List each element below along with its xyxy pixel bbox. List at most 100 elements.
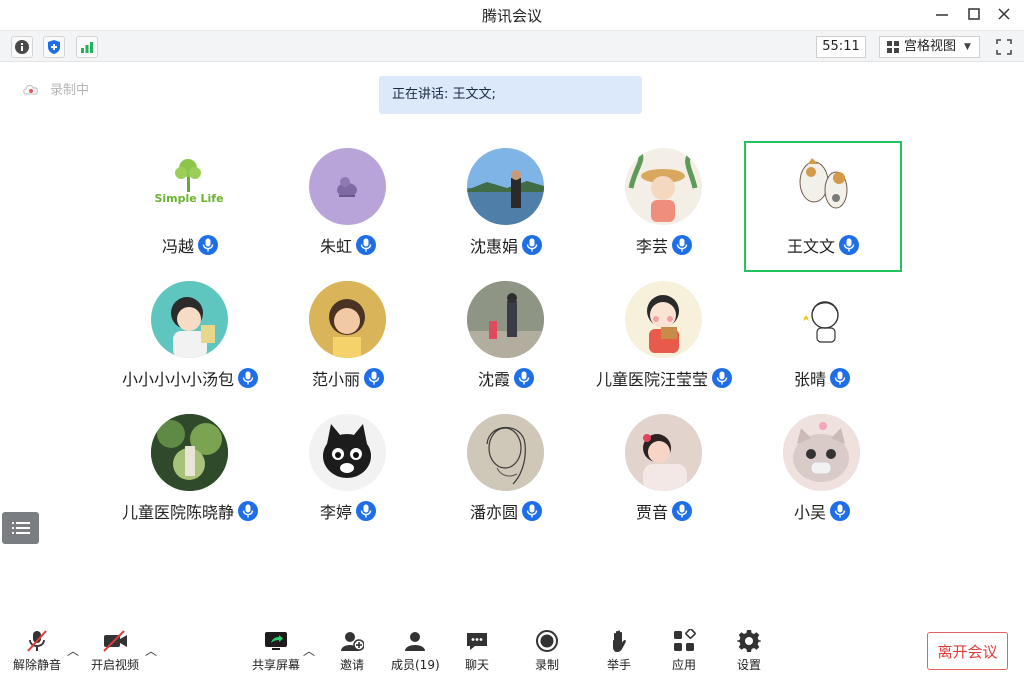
participant-nameline: 儿童医院陈晓静: [111, 499, 269, 523]
avatar: [309, 148, 386, 225]
participant-tile[interactable]: 潘亦圆: [427, 407, 585, 538]
security-button[interactable]: [43, 36, 65, 58]
invite-label: 邀请: [339, 658, 364, 672]
participant-tile[interactable]: 贾音: [585, 407, 743, 538]
participant-name: 儿童医院汪莹莹: [595, 370, 708, 389]
view-selector[interactable]: 宫格视图 ▼: [879, 36, 980, 58]
maximize-button[interactable]: [963, 4, 985, 24]
meeting-info-button[interactable]: [11, 36, 33, 58]
participant-tile[interactable]: 沈惠娟: [427, 141, 585, 272]
mic-icon: [830, 501, 850, 521]
mic-icon: [238, 501, 258, 521]
participant-tile[interactable]: 李芸: [585, 141, 743, 272]
avatar-logo-text: Simple Life: [154, 192, 223, 205]
audio-options-chevron-up-icon[interactable]: ︿: [67, 642, 79, 659]
apps-icon: [670, 628, 698, 654]
participant-tile[interactable]: 李婷: [269, 407, 427, 538]
avatar: [309, 414, 386, 491]
raise-hand-button[interactable]: 举手: [605, 628, 633, 673]
network-status-button[interactable]: [76, 36, 98, 58]
participant-nameline: 小小小小小汤包: [111, 366, 269, 390]
mic-icon: [522, 235, 542, 255]
participant-nameline: 朱虹: [269, 233, 427, 257]
video-off-icon: [101, 628, 129, 654]
participant-tile[interactable]: 儿童医院汪莹莹: [585, 274, 743, 405]
meeting-toolbar: 55:11 宫格视图 ▼: [0, 30, 1024, 62]
leave-meeting-button[interactable]: 离开会议: [927, 632, 1008, 670]
participant-name: 贾音: [635, 503, 668, 522]
share-screen-button[interactable]: 共享屏幕: [252, 628, 300, 673]
fullscreen-button[interactable]: [993, 36, 1015, 58]
invite-icon: [338, 628, 366, 654]
avatar: [151, 281, 228, 358]
window-title: 腾讯会议: [481, 7, 542, 25]
avatar: [309, 281, 386, 358]
meeting-timer: 55:11: [816, 36, 866, 58]
participant-tile[interactable]: 范小丽: [269, 274, 427, 405]
avatar: [467, 281, 544, 358]
apps-label: 应用: [671, 658, 696, 672]
participant-nameline: 李婷: [269, 499, 427, 523]
chat-icon: [463, 628, 491, 654]
participant-name: 小吴: [793, 503, 826, 522]
participant-nameline: 沈霞: [427, 366, 585, 390]
title-bar: 腾讯会议: [0, 0, 1024, 30]
participant-tile[interactable]: 小吴: [743, 407, 901, 538]
participant-list-toggle[interactable]: [2, 512, 39, 544]
minimize-button[interactable]: [931, 4, 953, 24]
list-icon: [11, 522, 30, 534]
participant-name: 王文文: [786, 237, 835, 256]
participant-tile[interactable]: 朱虹: [269, 141, 427, 272]
close-button[interactable]: [993, 4, 1015, 24]
participant-nameline: 儿童医院汪莹莹: [585, 366, 743, 390]
view-selector-label: 宫格视图: [904, 39, 957, 54]
members-label: 成员(19): [391, 658, 440, 672]
bottom-toolbar: 解除静音 ︿ 开启视频 ︿ 共享屏幕 ︿ 邀请 成员(19) 聊天 录制 举手 …: [0, 622, 1024, 678]
participant-tile-active-speaker[interactable]: 王文文: [744, 141, 902, 272]
members-button[interactable]: 成员(19): [391, 628, 440, 673]
unmute-button[interactable]: 解除静音: [13, 628, 61, 673]
avatar: [625, 148, 702, 225]
mic-icon: [356, 501, 376, 521]
recording-label: 录制中: [50, 83, 90, 98]
apps-button[interactable]: 应用: [670, 628, 698, 673]
record-icon: [533, 628, 561, 654]
avatar: [151, 414, 228, 491]
participant-name: 潘亦圆: [469, 503, 518, 522]
participant-name: 沈惠娟: [469, 237, 518, 256]
invite-button[interactable]: 邀请: [338, 628, 366, 673]
participant-tile[interactable]: Simple Life 冯越: [111, 141, 269, 272]
participant-nameline: 冯越: [111, 233, 269, 257]
mic-icon: [672, 501, 692, 521]
participant-nameline: 潘亦圆: [427, 499, 585, 523]
mic-icon: [356, 235, 376, 255]
recording-indicator: 录制中: [22, 79, 89, 98]
mic-icon: [522, 501, 542, 521]
share-options-chevron-up-icon[interactable]: ︿: [303, 642, 315, 659]
start-video-button[interactable]: 开启视频: [91, 628, 139, 673]
mic-icon: [712, 368, 732, 388]
mic-icon: [198, 235, 218, 255]
share-screen-icon: [262, 628, 290, 654]
participant-tile[interactable]: 小小小小小汤包: [111, 274, 269, 405]
avatar: [783, 414, 860, 491]
participant-name: 沈霞: [477, 370, 510, 389]
participant-name: 朱虹: [319, 237, 352, 256]
mic-icon: [830, 368, 850, 388]
avatar: [467, 148, 544, 225]
avatar: [625, 281, 702, 358]
participant-tile[interactable]: 儿童医院陈晓静: [111, 407, 269, 538]
record-label: 录制: [534, 658, 559, 672]
chat-button[interactable]: 聊天: [463, 628, 491, 673]
participant-name: 小小小小小汤包: [121, 370, 234, 389]
participant-tile[interactable]: 沈霞: [427, 274, 585, 405]
settings-label: 设置: [736, 658, 761, 672]
video-options-chevron-up-icon[interactable]: ︿: [145, 642, 157, 659]
fullscreen-icon: [996, 39, 1012, 55]
participant-tile[interactable]: 张晴: [743, 274, 901, 405]
avatar: [783, 281, 860, 358]
signal-icon: [81, 42, 93, 53]
settings-button[interactable]: 设置: [735, 628, 763, 673]
record-button[interactable]: 录制: [533, 628, 561, 673]
participant-nameline: 王文文: [746, 233, 900, 257]
